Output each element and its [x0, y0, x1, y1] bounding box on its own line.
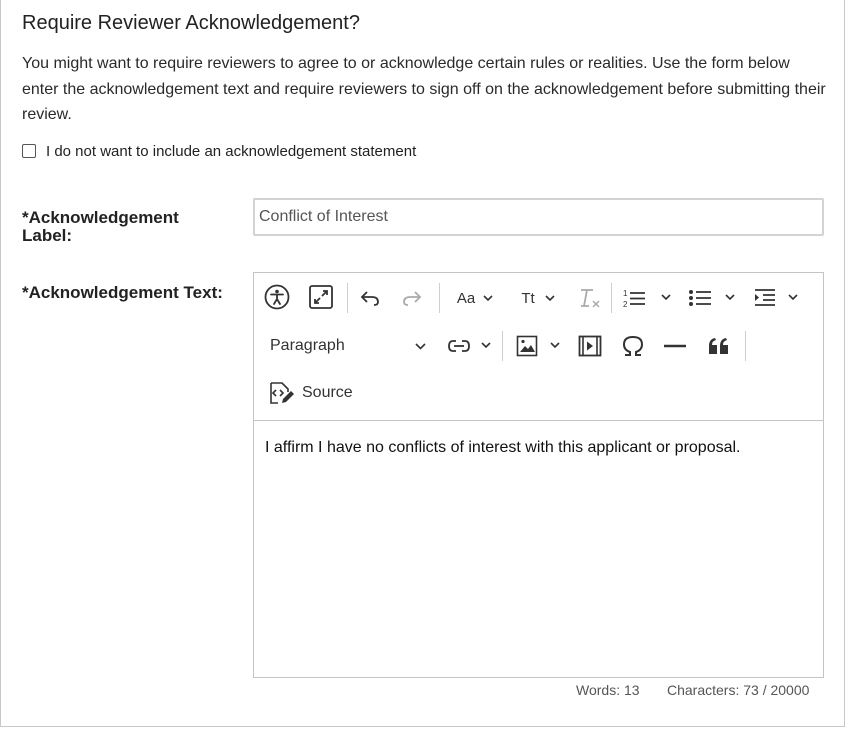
- editor-toolbar: Aa Tt 12 Paragraph Source: [254, 273, 823, 421]
- font-size-dropdown[interactable]: Tt: [516, 285, 560, 311]
- text-field-label: *Acknowledgement Text:: [22, 283, 223, 302]
- label-field-label-line2: Label:: [22, 226, 73, 245]
- numbered-list-icon[interactable]: 12: [621, 285, 647, 311]
- character-count: Characters: 73 / 20000: [667, 682, 810, 698]
- section-title: Require Reviewer Acknowledgement?: [22, 12, 360, 34]
- redo-icon[interactable]: [399, 285, 425, 311]
- source-icon: [270, 382, 294, 404]
- svg-text:1: 1: [623, 289, 628, 298]
- source-label: Source: [302, 384, 353, 401]
- source-button[interactable]: Source: [268, 379, 358, 407]
- link-icon[interactable]: [446, 333, 472, 359]
- bulleted-list-icon[interactable]: [687, 285, 713, 311]
- editor-content[interactable]: I affirm I have no conflicts of interest…: [265, 439, 741, 457]
- heading-dropdown[interactable]: Paragraph: [270, 333, 426, 359]
- font-family-dropdown[interactable]: Aa: [452, 285, 498, 311]
- image-chevron-down-icon[interactable]: [550, 342, 560, 349]
- indent-chevron-down-icon[interactable]: [788, 294, 798, 301]
- svg-text:2: 2: [623, 300, 628, 309]
- section-description: You might want to require reviewers to a…: [22, 55, 826, 123]
- heading-selected-label: Paragraph: [270, 337, 345, 354]
- media-icon[interactable]: [576, 333, 604, 359]
- link-chevron-down-icon[interactable]: [481, 342, 491, 349]
- bulleted-list-chevron-down-icon[interactable]: [725, 294, 735, 301]
- optout-checkbox[interactable]: [22, 144, 36, 158]
- font-size-label: Tt: [521, 289, 535, 307]
- label-field-label-line1: *Acknowledgement: [22, 208, 179, 227]
- word-count: Words: 13: [576, 682, 640, 698]
- accessibility-icon[interactable]: [263, 283, 291, 311]
- maximize-icon[interactable]: [307, 283, 335, 311]
- optout-label: I do not want to include an acknowledgem…: [46, 142, 417, 160]
- numbered-list-chevron-down-icon[interactable]: [661, 294, 671, 301]
- chevron-down-icon: [483, 294, 493, 301]
- optout-option[interactable]: I do not want to include an acknowledgem…: [22, 141, 416, 161]
- omega-icon[interactable]: [620, 333, 646, 359]
- undo-icon[interactable]: [357, 285, 383, 311]
- acknowledgement-label-input[interactable]: [253, 198, 824, 236]
- chevron-down-icon: [545, 294, 555, 301]
- quote-icon[interactable]: [706, 333, 732, 359]
- chevron-down-icon: [415, 342, 426, 350]
- acknowledgement-panel: Require Reviewer Acknowledgement? You mi…: [0, 0, 845, 727]
- font-family-label: Aa: [456, 289, 476, 307]
- remove-format-icon[interactable]: [576, 285, 602, 311]
- label-field-label: *Acknowledgement Label:: [22, 209, 179, 245]
- indent-icon[interactable]: [752, 285, 778, 311]
- image-icon[interactable]: [514, 333, 540, 359]
- rich-text-editor: Aa Tt 12 Paragraph Source I affirm I hav…: [253, 272, 824, 678]
- horizontal-line-icon[interactable]: [662, 333, 688, 359]
